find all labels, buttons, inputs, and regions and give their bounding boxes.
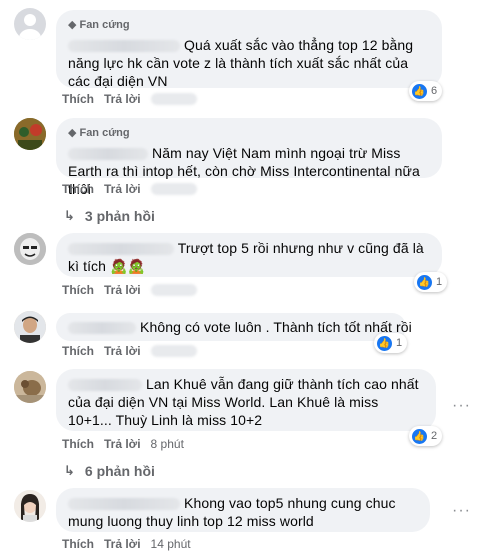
comment-bubble: Lan Khuê vẫn đang giữ thành tích cao nhấ… <box>56 369 436 431</box>
like-icon: 👍 <box>417 274 432 290</box>
like-button[interactable]: Thích <box>62 437 94 451</box>
diamond-icon: ◆ <box>68 127 77 139</box>
view-replies-link[interactable]: ↳ 3 phản hồi <box>64 208 155 224</box>
like-icon: 👍 <box>412 428 427 444</box>
comment-actions: Thích Trả lời <box>62 282 197 298</box>
reaction-count[interactable]: 👍 1 <box>414 272 448 292</box>
like-icon: 👍 <box>412 83 427 99</box>
reply-arrow-icon: ↳ <box>64 463 75 478</box>
comment-bubble: ◆ Fan cứng Năm nay Việt Nam mình ngoại tr… <box>56 118 442 197</box>
commenter-name[interactable] <box>68 243 174 256</box>
like-button[interactable]: Thích <box>62 537 94 551</box>
commenter-name[interactable] <box>68 40 180 53</box>
commenter-name[interactable] <box>68 498 180 511</box>
comment-actions: Thích Trả lời 14 phút <box>62 536 191 552</box>
timestamp <box>150 93 197 105</box>
comment-actions: Thích Trả lời <box>62 343 197 359</box>
reply-button[interactable]: Trả lời <box>104 283 141 297</box>
avatar[interactable] <box>14 233 46 265</box>
comment-actions: Thích Trả lời <box>62 91 197 107</box>
fan-badge: ◆ Fan cứng <box>68 19 130 31</box>
timestamp[interactable]: 8 phút <box>151 437 184 451</box>
reaction-count[interactable]: 👍 2 <box>409 426 443 446</box>
timestamp[interactable]: 14 phút <box>151 537 191 551</box>
comment-bubble: Khong vao top5 nhung cung chuc mung luon… <box>56 488 430 532</box>
reply-button[interactable]: Trả lời <box>104 344 141 358</box>
timestamp <box>150 284 197 296</box>
timestamp <box>150 345 197 357</box>
comment-bubble: ◆ Fan cứng Quá xuất sắc vào thẳng top 12 … <box>56 10 442 89</box>
view-replies-link[interactable]: ↳ 6 phản hồi <box>64 463 155 479</box>
like-button[interactable]: Thích <box>62 283 94 297</box>
reply-button[interactable]: Trả lời <box>104 92 141 106</box>
reaction-count[interactable]: 👍 1 <box>374 333 408 353</box>
reply-arrow-icon: ↳ <box>64 208 75 223</box>
like-button[interactable]: Thích <box>62 92 94 106</box>
comment-actions: Thích Trả lời 8 phút <box>62 436 184 452</box>
reply-button[interactable]: Trả lời <box>104 537 141 551</box>
more-options-icon[interactable]: ··· <box>452 502 471 520</box>
avatar[interactable] <box>14 118 46 150</box>
comment-bubble: Không có vote luôn . Thành tích tốt nhất… <box>56 313 412 341</box>
timestamp <box>150 183 197 195</box>
like-icon: 👍 <box>377 335 392 351</box>
commenter-name[interactable] <box>68 379 142 392</box>
fan-badge: ◆ Fan cứng <box>68 127 130 139</box>
diamond-icon: ◆ <box>68 19 77 31</box>
avatar[interactable] <box>14 8 46 40</box>
avatar[interactable] <box>14 371 46 403</box>
commenter-name[interactable] <box>68 322 136 335</box>
comment-text: Không có vote luôn . Thành tích tốt nhất… <box>140 319 412 335</box>
more-options-icon[interactable]: ··· <box>452 397 471 415</box>
avatar[interactable] <box>14 311 46 343</box>
comment-bubble: Trượt top 5 rồi nhưng như v cũng đã là k… <box>56 233 442 277</box>
like-button[interactable]: Thích <box>62 182 94 196</box>
reaction-count[interactable]: 👍 6 <box>409 81 443 101</box>
avatar[interactable] <box>14 490 46 522</box>
reply-button[interactable]: Trả lời <box>104 437 141 451</box>
reply-button[interactable]: Trả lời <box>104 182 141 196</box>
like-button[interactable]: Thích <box>62 344 94 358</box>
commenter-name[interactable] <box>68 148 148 161</box>
comment-actions: Thích Trả lời <box>62 181 197 197</box>
